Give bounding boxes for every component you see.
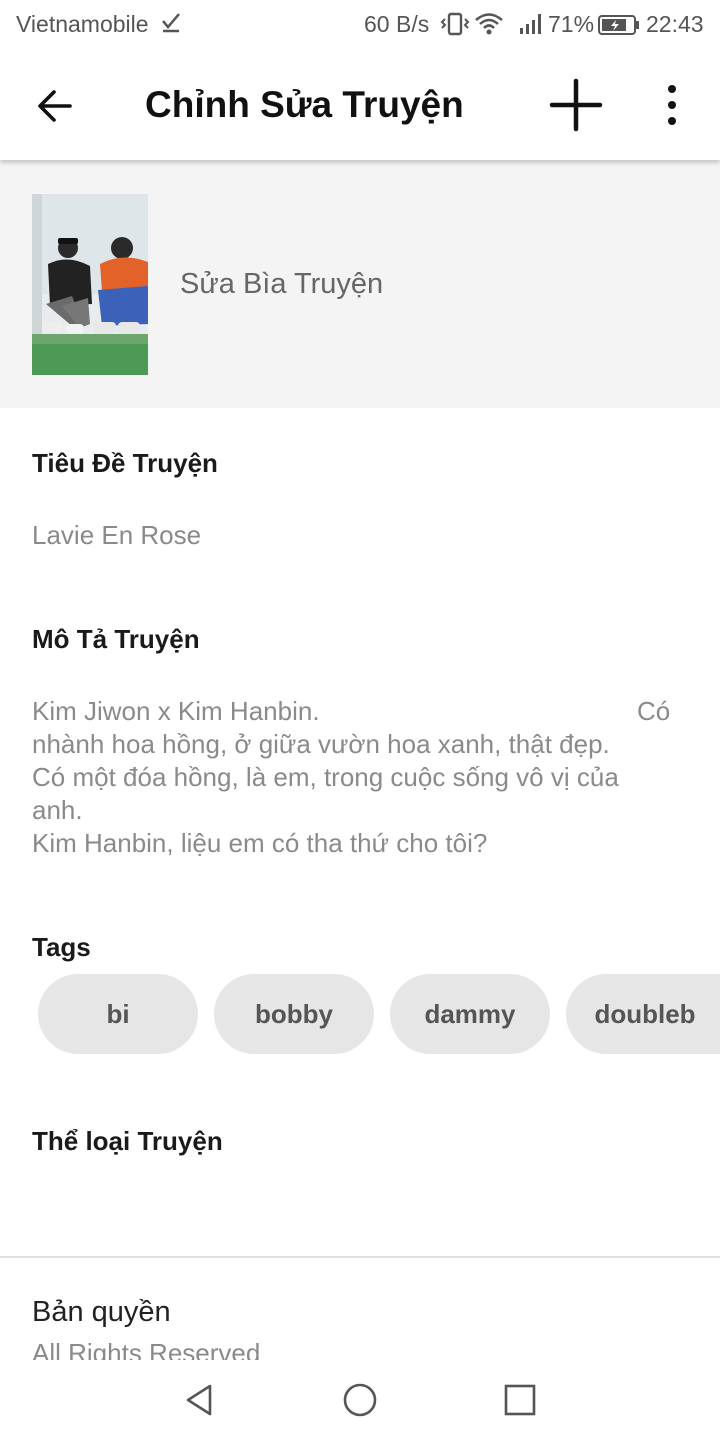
system-nav-bar (0, 1360, 720, 1440)
cover-section[interactable]: Sửa Bìa Truyện (0, 160, 720, 408)
tag-chip[interactable]: bobby (214, 974, 374, 1054)
nav-recents-button[interactable] (500, 1380, 540, 1420)
story-genre-label[interactable]: Thể loại Truyện (32, 1126, 223, 1157)
wifi-icon (474, 12, 504, 36)
arrow-back-icon (38, 90, 72, 122)
tags-list: bi bobby dammy doubleb (0, 0, 720, 1054)
description-line: anh. (32, 795, 83, 825)
battery-icon (598, 14, 640, 35)
description-line: Có (637, 696, 671, 726)
status-bar: Vietnamobile 60 B/s 71% 22:43 (0, 0, 720, 50)
vibrate-icon (440, 12, 470, 36)
tags-label: Tags (32, 932, 91, 962)
network-speed: 60 B/s (364, 11, 430, 37)
triangle-back-icon (186, 1384, 212, 1416)
tag-chip[interactable]: bi (38, 974, 198, 1054)
carrier-name: Vietnamobile (16, 11, 149, 37)
nav-back-button[interactable] (180, 1380, 220, 1420)
description-line: nhành hoa hồng, ở giữa vườn hoa xanh, th… (32, 729, 610, 759)
tag-chip[interactable]: dammy (390, 974, 550, 1054)
check-icon (162, 11, 180, 39)
cover-image[interactable] (32, 194, 148, 375)
description-line: Kim Hanbin, liệu em có tha thứ cho tôi? (32, 828, 488, 858)
tag-chip[interactable]: doubleb (566, 974, 720, 1054)
description-line: Có một đóa hồng, là em, trong cuộc sống … (32, 762, 619, 792)
circle-home-icon (343, 1383, 377, 1417)
story-title-value[interactable]: Lavie En Rose (32, 520, 201, 551)
signal-icon (518, 12, 546, 36)
more-vertical-icon (668, 85, 676, 125)
square-recents-icon (504, 1384, 536, 1416)
app-bar: Chỉnh Sửa Truyện (0, 50, 720, 160)
clock: 22:43 (646, 11, 704, 37)
copyright-value[interactable]: All Rights Reserved (32, 1338, 260, 1360)
add-button[interactable] (546, 75, 606, 135)
plus-icon (549, 78, 603, 132)
divider (0, 1256, 720, 1258)
page-title: Chỉnh Sửa Truyện (145, 84, 464, 125)
battery-percent: 71% (548, 11, 595, 37)
story-description-label: Mô Tả Truyện (32, 624, 200, 654)
edit-cover-label[interactable]: Sửa Bìa Truyện (180, 268, 383, 301)
nav-home-button[interactable] (340, 1380, 380, 1420)
description-line: Kim Jiwon x Kim Hanbin. (32, 696, 320, 726)
story-title-label: Tiêu Đề Truyện (32, 448, 218, 478)
back-button[interactable] (30, 80, 82, 132)
copyright-label[interactable]: Bản quyền (32, 1296, 171, 1329)
more-options-button[interactable] (650, 80, 694, 130)
